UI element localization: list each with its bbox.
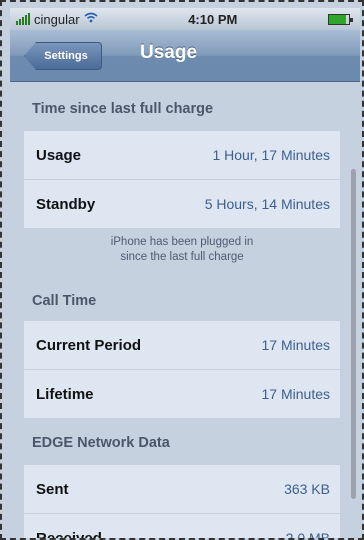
status-time: 4:10 PM — [188, 11, 238, 27]
section-header-charge: Time since last full charge — [32, 101, 214, 117]
charge-note: iPhone has been plugged in since the las… — [24, 235, 340, 265]
scrollbar[interactable] — [351, 169, 356, 499]
charge-note-line1: iPhone has been plugged in — [110, 236, 254, 248]
page-title: Usage — [140, 42, 198, 63]
carrier-name: cingular — [34, 11, 80, 27]
row-label: Usage — [36, 146, 82, 164]
row-value: 363 KB — [284, 481, 330, 497]
row-label: Received — [36, 529, 102, 540]
screen: cingular 4:10 PM Settings Usage Time sin… — [0, 0, 364, 540]
list-item-sent: Sent 363 KB — [24, 465, 340, 513]
row-value: 17 Minutes — [261, 386, 330, 402]
row-label: Sent — [36, 480, 69, 498]
list-item-received: Received 2.0 MB — [24, 514, 340, 540]
status-bar: cingular 4:10 PM — [10, 8, 360, 30]
list-item-usage: Usage 1 Hour, 17 Minutes — [24, 131, 340, 179]
list-item-lifetime: Lifetime 17 Minutes — [24, 370, 340, 418]
signal-strength-icon — [16, 13, 30, 25]
navigation-bar: Settings Usage — [10, 30, 360, 82]
row-value: 1 Hour, 17 Minutes — [212, 147, 330, 163]
list-item-standby: Standby 5 Hours, 14 Minutes — [24, 180, 340, 228]
row-value: 5 Hours, 14 Minutes — [204, 196, 330, 212]
list-item-current-period: Current Period 17 Minutes — [24, 321, 340, 369]
row-value: 2.0 MB — [285, 530, 330, 540]
charge-note-line2: since the last full charge — [120, 251, 244, 263]
row-label: Standby — [36, 195, 96, 213]
battery-icon — [327, 13, 353, 25]
usage-list[interactable]: Time since last full charge Usage 1 Hour… — [10, 83, 360, 540]
section-header-call-time: Call Time — [32, 293, 97, 309]
row-label: Lifetime — [36, 385, 94, 403]
status-left: cingular — [16, 12, 98, 27]
row-label: Current Period — [36, 336, 142, 354]
wifi-icon — [84, 12, 98, 26]
back-button[interactable]: Settings — [24, 42, 102, 70]
section-header-edge: EDGE Network Data — [32, 435, 170, 451]
row-value: 17 Minutes — [261, 337, 330, 353]
